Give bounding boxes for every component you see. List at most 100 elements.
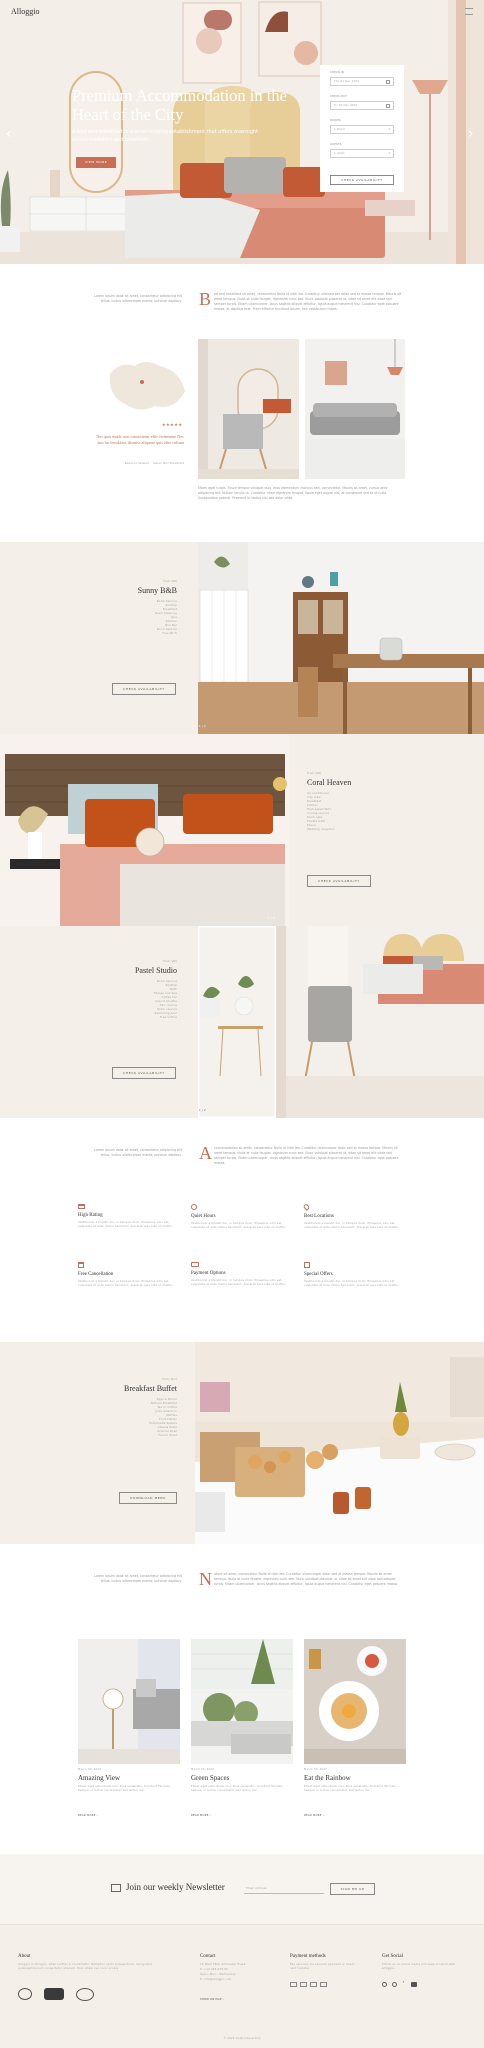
about-left-text: Lorem ipsum dolor sit amet, consectetur … [94, 1148, 182, 1157]
feature-item: Special Offers Vestibulum a blandit dui,… [304, 1262, 404, 1288]
bed-icon [78, 1204, 85, 1209]
booking-form: CHECK-IN Thu 01 Dec 2022 CHECK-OUT Fri 0… [320, 65, 404, 192]
calendar-icon [386, 104, 390, 108]
footer-contact-line: P: +12 345 678 90 [200, 1968, 228, 1971]
calendar-icon [78, 1262, 84, 1268]
show-on-map-label: SHOW ON MAP [200, 1998, 222, 2001]
paypal-icon [320, 1982, 327, 1987]
visa-card-icon [290, 1982, 297, 1987]
testimonial-quote: Nec quis mutli, non consectetur effic fe… [96, 434, 184, 445]
feature-title: High Rating [78, 1213, 103, 1218]
post-date: March 30, 2022 [304, 1768, 328, 1771]
tripadvisor-icon[interactable] [382, 1982, 387, 1987]
checkin-field[interactable]: Thu 01 Dec 2022 [330, 77, 394, 86]
room-feature: Free Wi-Fi [162, 632, 177, 635]
room-photo-dining [198, 542, 484, 734]
footer-divider [0, 1924, 484, 1925]
feature-item: Quiet Hours Vestibulum a blandit dui, in… [191, 1204, 291, 1230]
room-tag: From $85 [163, 960, 177, 963]
rooms-select[interactable]: 1 Room ▾ [330, 125, 394, 134]
award-badge-1 [18, 1988, 32, 2000]
site-logo[interactable]: Alloggio [11, 7, 39, 16]
slider-prev-arrow[interactable]: ‹ [6, 126, 12, 142]
post-title[interactable]: Amazing View [78, 1774, 120, 1782]
footer-payment-text: Pay securely via secured payment or dire… [290, 1963, 355, 1970]
checkout-field[interactable]: Fri 02 Dec 2022 [330, 101, 394, 110]
check-availability-button[interactable]: CHECK AVAILABILITY [112, 683, 176, 695]
intro-body: ed and breakfast sit amet, consectetur N… [214, 292, 402, 311]
footer-contact-line: Open: Mon - Wednesday [200, 1973, 236, 1976]
slider-next-arrow[interactable]: › [468, 126, 474, 142]
post-title[interactable]: Eat the Rainbow [304, 1774, 351, 1782]
room-feature: Wedding reception [307, 828, 335, 831]
room-photo-sofa [305, 339, 405, 479]
header-menu-icon[interactable] [465, 8, 473, 15]
intro-left-text: Lorem ipsum dolor sit amet, consectetur … [94, 294, 182, 303]
hero-view-more-button[interactable]: VIEW MORE [76, 157, 116, 168]
pinterest-icon[interactable] [392, 1982, 397, 1987]
room-section-coral: From $90 Coral Heaven Air conditioner Ci… [289, 734, 484, 926]
feature-item: Payment Options Vestibulum a blandit dui… [191, 1262, 291, 1287]
room-section-sunny: From $80 Sunny B&B Room Service Rooftop … [0, 542, 198, 734]
arrow-right-icon: › [322, 1814, 324, 1817]
envelope-icon [111, 1884, 121, 1892]
download-menu-button[interactable]: DOWNLOAD MENU [119, 1492, 177, 1504]
room-photo-pastel-studio [198, 926, 484, 1118]
guests-label: GUESTS [330, 143, 342, 146]
clock-icon [191, 1204, 197, 1210]
news-left-text: Lorem ipsum dolor sit amet, consectetur … [94, 1574, 182, 1583]
news-body: ature sit amet, consectetur Nulla id nib… [214, 1572, 398, 1586]
arrow-right-icon: › [96, 1814, 98, 1817]
pin-icon [302, 1203, 311, 1211]
read-more-link[interactable]: READ MORE › [78, 1814, 98, 1818]
sign-me-up-button[interactable]: SIGN ME UP [330, 1883, 375, 1895]
post-excerpt: Etiam eget sollicitudin nisl. Duis venen… [78, 1785, 170, 1792]
feature-title: Free Cancellation [78, 1272, 114, 1277]
footer: About Alloggio is Alloggio, when neither… [0, 1924, 484, 2048]
room-name: Sunny B&B [137, 586, 177, 595]
card-icon [191, 1262, 199, 1267]
post-image-amazing-view [78, 1639, 180, 1764]
intro-dropcap: B [199, 289, 212, 309]
show-on-map-link[interactable]: SHOW ON MAP › [200, 1998, 224, 2002]
room-photo-armchair [198, 339, 299, 479]
checkin-value: Thu 01 Dec 2022 [334, 80, 360, 83]
room-feature: Free Coffee [160, 1016, 177, 1019]
newsletter-placeholder: Email Address [246, 1887, 267, 1890]
news-section: Lorem ipsum dolor sit amet, consectetur … [0, 1544, 484, 1854]
footer-about-title: About [18, 1954, 31, 1959]
feature-item: Best Locations Vestibulum a blandit dui,… [302, 1203, 404, 1230]
post-date: March 30, 2022 [191, 1768, 215, 1771]
post-title[interactable]: Green Spaces [191, 1774, 229, 1782]
check-availability-button[interactable]: CHECK AVAILABILITY [307, 875, 371, 887]
room-features-list: Air conditioner City view Breakfast Kitc… [307, 792, 387, 832]
read-more-link[interactable]: READ MORE › [191, 1814, 211, 1818]
check-availability-button[interactable]: CHECK AVAILABILITY [112, 1067, 176, 1079]
feature-text: Vestibulum a blandit dui, in tempus dolo… [191, 1279, 286, 1286]
post-image-green-spaces [191, 1639, 293, 1764]
read-more-link[interactable]: READ MORE › [304, 1814, 324, 1818]
breakfast-title: Breakfast Buffet [124, 1384, 177, 1393]
feature-title: Best Locations [304, 1214, 334, 1219]
check-availability-button[interactable]: CHECK AVAILABILITY [330, 175, 394, 185]
slider-pagination[interactable]: 1 / 2 [199, 1109, 206, 1113]
room-tag: From $90 [307, 772, 321, 775]
chevron-down-icon: ▾ [388, 128, 390, 131]
youtube-icon[interactable] [411, 1982, 417, 1987]
room-tag: From $80 [163, 580, 177, 583]
slider-pagination[interactable]: 1 / 2 [268, 917, 275, 921]
feature-title: Special Offers [304, 1272, 333, 1277]
feature-item: High Rating Vestibulum a blandit dui, in… [78, 1204, 178, 1229]
newsletter-email-input[interactable]: Email Address [244, 1884, 324, 1894]
city-map-illustration [109, 362, 185, 410]
about-body: ccommodation sit amet, consectetur Nulla… [214, 1146, 399, 1165]
award-badge-2 [44, 1988, 64, 2000]
read-more-label: READ MORE [78, 1814, 96, 1817]
footer-about-text: Alloggio is Alloggio, when neither a con… [18, 1963, 152, 1970]
facebook-icon[interactable]: f [403, 1981, 404, 1985]
award-badge-3 [76, 1988, 94, 2001]
guests-select[interactable]: 1 Adult ▾ [330, 149, 394, 158]
rooms-label: ROOMS [330, 119, 341, 122]
footer-social-title: Get Social [382, 1954, 403, 1959]
slider-pagination[interactable]: 1 / 2 [199, 725, 206, 729]
